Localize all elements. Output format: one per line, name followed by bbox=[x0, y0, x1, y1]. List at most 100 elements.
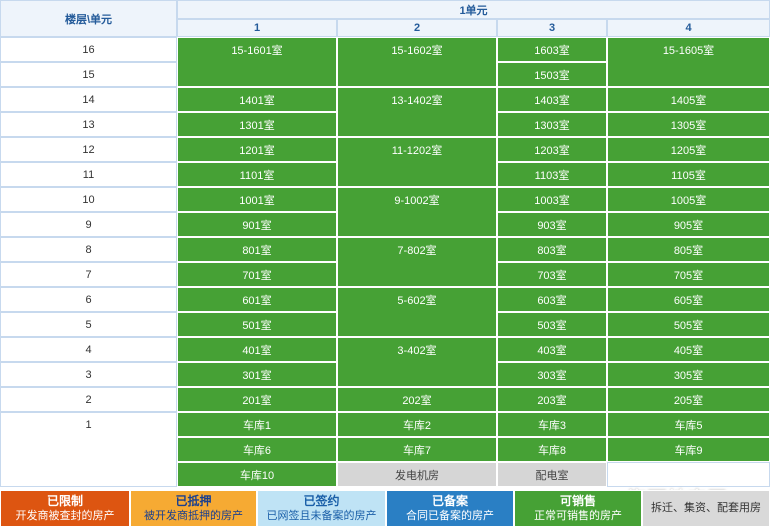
unit-cell[interactable]: 505室 bbox=[607, 312, 770, 337]
unit-cell[interactable]: 603室 bbox=[497, 287, 607, 312]
unit-cell-label: 1001室 bbox=[239, 194, 275, 207]
unit-cell[interactable]: 201室 bbox=[177, 387, 337, 412]
unit-cell[interactable]: 1503室 bbox=[497, 62, 607, 87]
unit-cell[interactable]: 303室 bbox=[497, 362, 607, 387]
legend-description: 合同已备案的房产 bbox=[406, 509, 494, 522]
unit-cell[interactable]: 705室 bbox=[607, 262, 770, 287]
unit-cell[interactable]: 903室 bbox=[497, 212, 607, 237]
floor-label-5: 5 bbox=[0, 312, 177, 337]
corner-header: 楼层\单元 bbox=[0, 0, 177, 37]
floor-label-11-label: 11 bbox=[82, 168, 95, 181]
unit-cell[interactable]: 15-1605室 bbox=[607, 37, 770, 87]
legend-title: 已抵押 bbox=[175, 493, 212, 508]
unit-cell[interactable]: 203室 bbox=[497, 387, 607, 412]
unit-cell[interactable]: 1003室 bbox=[497, 187, 607, 212]
unit-cell[interactable]: 503室 bbox=[497, 312, 607, 337]
unit-cell[interactable]: 601室 bbox=[177, 287, 337, 312]
unit-cell[interactable]: 501室 bbox=[177, 312, 337, 337]
unit-cell[interactable]: 3-402室 bbox=[337, 337, 497, 387]
floor-label-4-label: 4 bbox=[85, 343, 92, 356]
unit-cell[interactable]: 703室 bbox=[497, 262, 607, 287]
unit-cell-label: 601室 bbox=[242, 294, 272, 307]
unit-cell-label: 车库2 bbox=[402, 419, 432, 432]
unit-cell-label: 1303室 bbox=[534, 119, 570, 132]
unit-cell[interactable]: 1201室 bbox=[177, 137, 337, 162]
unit-cell[interactable]: 905室 bbox=[607, 212, 770, 237]
unit-cell-label: 903室 bbox=[537, 219, 567, 232]
legend-item: 可销售 正常可销售的房产 bbox=[514, 490, 642, 527]
unit-cell[interactable]: 车库1 bbox=[177, 412, 337, 437]
legend-description: 开发商被查封的房产 bbox=[15, 509, 115, 522]
facility-cell-label: 配电室 bbox=[535, 469, 569, 482]
unit-cell[interactable]: 车库5 bbox=[607, 412, 770, 437]
unit-cell[interactable]: 15-1601室 bbox=[177, 37, 337, 87]
unit-cell-label: 605室 bbox=[673, 294, 704, 307]
unit-cell[interactable]: 202室 bbox=[337, 387, 497, 412]
unit-cell[interactable]: 805室 bbox=[607, 237, 770, 262]
unit-cell[interactable]: 13-1402室 bbox=[337, 87, 497, 137]
floor-label-10-label: 10 bbox=[82, 193, 95, 206]
unit-cell[interactable]: 车库3 bbox=[497, 412, 607, 437]
column-header-1-label: 1 bbox=[253, 22, 261, 34]
unit-cell-label: 203室 bbox=[537, 394, 567, 407]
unit-cell[interactable]: 1405室 bbox=[607, 87, 770, 112]
unit-cell[interactable]: 9-1002室 bbox=[337, 187, 497, 237]
unit-cell[interactable]: 车库6 bbox=[177, 437, 337, 462]
unit-cell[interactable]: 1205室 bbox=[607, 137, 770, 162]
unit-cell[interactable]: 1203室 bbox=[497, 137, 607, 162]
unit-cell-label: 15-1605室 bbox=[662, 45, 715, 57]
unit-cell[interactable]: 1403室 bbox=[497, 87, 607, 112]
unit-cell[interactable]: 803室 bbox=[497, 237, 607, 262]
unit-cell[interactable]: 车库8 bbox=[497, 437, 607, 462]
unit-cell[interactable]: 1305室 bbox=[607, 112, 770, 137]
floor-label-15: 15 bbox=[0, 62, 177, 87]
unit-cell-label: 303室 bbox=[537, 369, 567, 382]
floor-label-2: 2 bbox=[0, 387, 177, 412]
unit-cell-label: 405室 bbox=[673, 344, 704, 357]
floor-label-9-label: 9 bbox=[85, 218, 92, 231]
unit-cell[interactable]: 1401室 bbox=[177, 87, 337, 112]
unit-cell-label: 803室 bbox=[537, 244, 567, 257]
unit-cell[interactable]: 305室 bbox=[607, 362, 770, 387]
unit-cell[interactable]: 15-1602室 bbox=[337, 37, 497, 87]
unit-cell[interactable]: 901室 bbox=[177, 212, 337, 237]
unit-cell-label: 5-602室 bbox=[397, 295, 437, 307]
unit-cell-label: 7-802室 bbox=[397, 245, 437, 257]
unit-cell-label: 1201室 bbox=[239, 144, 275, 157]
unit-cell[interactable]: 5-602室 bbox=[337, 287, 497, 337]
unit-cell[interactable]: 1103室 bbox=[497, 162, 607, 187]
unit-cell[interactable]: 403室 bbox=[497, 337, 607, 362]
unit-cell[interactable]: 车库9 bbox=[607, 437, 770, 462]
unit-cell[interactable]: 605室 bbox=[607, 287, 770, 312]
corner-header-label: 楼层\单元 bbox=[64, 13, 113, 26]
column-header-2-label: 2 bbox=[413, 22, 421, 34]
unit-cell[interactable]: 1301室 bbox=[177, 112, 337, 137]
unit-cell[interactable]: 1001室 bbox=[177, 187, 337, 212]
unit-cell[interactable]: 405室 bbox=[607, 337, 770, 362]
column-header-4-label: 4 bbox=[685, 22, 692, 34]
column-header-2: 2 bbox=[337, 19, 497, 37]
floor-label-7-label: 7 bbox=[85, 268, 92, 281]
unit-cell[interactable]: 1303室 bbox=[497, 112, 607, 137]
unit-cell[interactable]: 车库10 bbox=[177, 462, 337, 487]
unit-cell[interactable]: 1101室 bbox=[177, 162, 337, 187]
unit-cell-label: 13-1402室 bbox=[391, 95, 443, 107]
unit-cell[interactable]: 205室 bbox=[607, 387, 770, 412]
unit-cell-label: 401室 bbox=[242, 344, 272, 357]
unit-cell-label: 3-402室 bbox=[397, 345, 437, 357]
unit-cell[interactable]: 701室 bbox=[177, 262, 337, 287]
unit-cell[interactable]: 车库7 bbox=[337, 437, 497, 462]
unit-cell[interactable]: 801室 bbox=[177, 237, 337, 262]
unit-cell[interactable]: 1603室 bbox=[497, 37, 607, 62]
unit-cell[interactable]: 401室 bbox=[177, 337, 337, 362]
legend-title: 已限制 bbox=[46, 493, 83, 508]
unit-cell[interactable]: 301室 bbox=[177, 362, 337, 387]
unit-header-label: 1单元 bbox=[459, 4, 488, 17]
unit-cell[interactable]: 1005室 bbox=[607, 187, 770, 212]
unit-cell[interactable]: 11-1202室 bbox=[337, 137, 497, 187]
unit-cell[interactable]: 1105室 bbox=[607, 162, 770, 187]
unit-cell[interactable]: 车库2 bbox=[337, 412, 497, 437]
floor-label-7: 7 bbox=[0, 262, 177, 287]
unit-cell[interactable]: 7-802室 bbox=[337, 237, 497, 287]
floor-label-10: 10 bbox=[0, 187, 177, 212]
